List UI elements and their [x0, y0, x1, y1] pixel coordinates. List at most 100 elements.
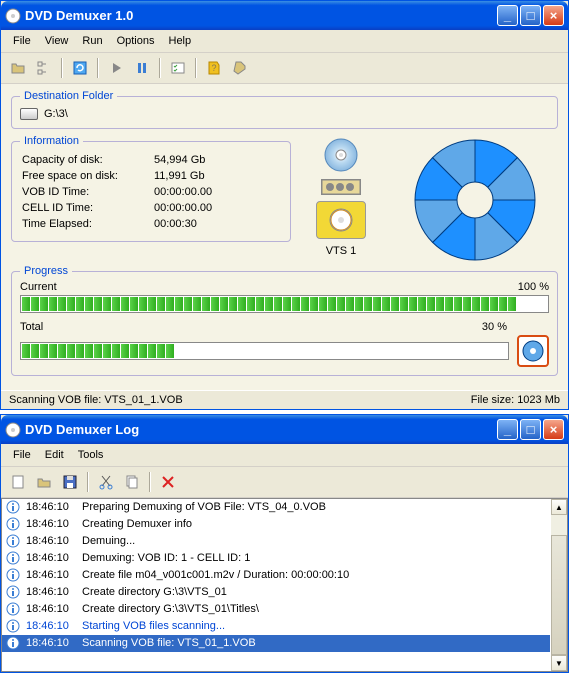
log-message: Demuxing: VOB ID: 1 - CELL ID: 1	[82, 552, 546, 564]
log-row[interactable]: 18:46:10 Scanning VOB file: VTS_01_1.VOB	[2, 635, 550, 652]
minimize-button[interactable]: _	[497, 419, 518, 440]
open-folder-icon[interactable]	[7, 57, 29, 79]
new-icon[interactable]	[7, 471, 29, 493]
log-row[interactable]: 18:46:10Create file m04_v001c001.m2v / D…	[2, 567, 550, 584]
vts-label: VTS 1	[326, 245, 357, 257]
log-message: Scanning VOB file: VTS_01_1.VOB	[82, 637, 546, 649]
menu-file[interactable]: File	[7, 33, 37, 49]
log-row[interactable]: 18:46:10 Create directory G:\3\VTS_01	[2, 584, 550, 601]
tree-icon[interactable]	[33, 57, 55, 79]
status-left: Scanning VOB file: VTS_01_1.VOB	[9, 394, 183, 406]
menu-view[interactable]: View	[39, 33, 75, 49]
log-list[interactable]: 18:46:10 Preparing Demuxing of VOB File: …	[1, 498, 568, 672]
info-label: Free space on disk:	[22, 169, 152, 183]
info-label: Capacity of disk:	[22, 153, 152, 167]
refresh-icon[interactable]	[69, 57, 91, 79]
log-row[interactable]: 18:46:10Creating Demuxer info	[2, 516, 550, 533]
log-menubar: File Edit Tools	[1, 444, 568, 467]
cut-icon[interactable]	[95, 471, 117, 493]
scrollbar[interactable]: ▲ ▼	[551, 499, 567, 671]
scroll-down-icon[interactable]: ▼	[551, 655, 567, 671]
total-percent: 30 %	[482, 321, 507, 333]
log-row[interactable]: 18:46:10 Demuing...	[2, 533, 550, 550]
log-row[interactable]: 18:46:10Starting VOB files scanning...	[2, 618, 550, 635]
info-icon	[6, 500, 20, 514]
minimize-button[interactable]: _	[497, 5, 518, 26]
log-message: Preparing Demuxing of VOB File: VTS_04_0…	[82, 501, 546, 513]
menu-file[interactable]: File	[7, 447, 37, 463]
log-time: 18:46:10	[26, 535, 76, 547]
info-value: 54,994 Gb	[154, 153, 280, 167]
log-message: Starting VOB files scanning...	[82, 620, 546, 632]
log-window: DVD Demuxer Log _ □ × File Edit Tools 18…	[0, 414, 569, 673]
svg-text:?: ?	[211, 63, 216, 73]
close-button[interactable]: ×	[543, 419, 564, 440]
close-button[interactable]: ×	[543, 5, 564, 26]
copy-icon[interactable]	[121, 471, 143, 493]
info-value: 00:00:00.00	[154, 201, 280, 215]
info-icon	[6, 551, 20, 565]
save-icon[interactable]	[59, 471, 81, 493]
menu-edit[interactable]: Edit	[39, 447, 70, 463]
log-time: 18:46:10	[26, 603, 76, 615]
log-time: 18:46:10	[26, 586, 76, 598]
delete-icon[interactable]	[157, 471, 179, 493]
menubar: File View Run Options Help	[1, 30, 568, 53]
tag-icon[interactable]	[229, 57, 251, 79]
menu-tools[interactable]: Tools	[72, 447, 110, 463]
log-time: 18:46:10	[26, 552, 76, 564]
status-right: File size: 1023 Mb	[471, 394, 560, 406]
info-icon	[6, 585, 20, 599]
total-progress-bar	[20, 342, 509, 360]
vts-box[interactable]	[316, 201, 366, 239]
log-time: 18:46:10	[26, 501, 76, 513]
log-titlebar[interactable]: DVD Demuxer Log _ □ ×	[1, 415, 568, 444]
cell-box[interactable]	[321, 179, 361, 195]
log-row[interactable]: 18:46:10Create directory G:\3\VTS_01\Tit…	[2, 601, 550, 618]
menu-run[interactable]: Run	[76, 33, 108, 49]
window-title: DVD Demuxer 1.0	[25, 8, 495, 23]
play-icon[interactable]	[105, 57, 127, 79]
info-icon	[6, 602, 20, 616]
current-progress-bar	[20, 295, 549, 313]
info-icon	[6, 517, 20, 531]
log-row[interactable]: 18:46:10 Preparing Demuxing of VOB File: …	[2, 499, 550, 516]
scroll-thumb[interactable]	[551, 535, 567, 655]
information-fieldset: Information Capacity of disk:54,994 Gb F…	[11, 135, 291, 242]
menu-options[interactable]: Options	[111, 33, 161, 49]
log-window-title: DVD Demuxer Log	[25, 422, 495, 437]
info-value: 11,991 Gb	[154, 169, 280, 183]
log-message: Demuing...	[82, 535, 546, 547]
info-icon	[6, 568, 20, 582]
current-label: Current	[20, 281, 57, 293]
disc-column: VTS 1	[301, 135, 381, 265]
pause-icon[interactable]	[131, 57, 153, 79]
progress-fieldset: Progress Current 100 % Total 30 %	[11, 265, 558, 376]
menu-help[interactable]: Help	[163, 33, 198, 49]
info-icon	[6, 636, 20, 650]
log-toolbar	[1, 467, 568, 498]
titlebar[interactable]: DVD Demuxer 1.0 _ □ ×	[1, 1, 568, 30]
log-message: Create directory G:\3\VTS_01	[82, 586, 546, 598]
open-icon[interactable]	[33, 471, 55, 493]
current-percent: 100 %	[518, 281, 549, 293]
checklist-icon[interactable]	[167, 57, 189, 79]
maximize-button[interactable]: □	[520, 5, 541, 26]
destination-path: G:\3\	[44, 108, 68, 120]
log-row[interactable]: 18:46:10 Demuxing: VOB ID: 1 - CELL ID: 1	[2, 550, 550, 567]
info-label: Time Elapsed:	[22, 217, 152, 231]
help-icon[interactable]: ?	[203, 57, 225, 79]
info-label: CELL ID Time:	[22, 201, 152, 215]
information-legend: Information	[20, 135, 83, 147]
cd-burn-icon[interactable]	[517, 335, 549, 367]
log-message: Create file m04_v001c001.m2v / Duration:…	[82, 569, 546, 581]
content-area: Destination Folder G:\3\ Information Cap…	[1, 84, 568, 390]
pie-chart	[391, 135, 558, 265]
scroll-up-icon[interactable]: ▲	[551, 499, 567, 515]
log-time: 18:46:10	[26, 637, 76, 649]
maximize-button[interactable]: □	[520, 419, 541, 440]
cd-icon[interactable]	[323, 137, 359, 173]
info-table: Capacity of disk:54,994 Gb Free space on…	[20, 151, 282, 233]
info-label: VOB ID Time:	[22, 185, 152, 199]
app-icon	[5, 422, 21, 438]
